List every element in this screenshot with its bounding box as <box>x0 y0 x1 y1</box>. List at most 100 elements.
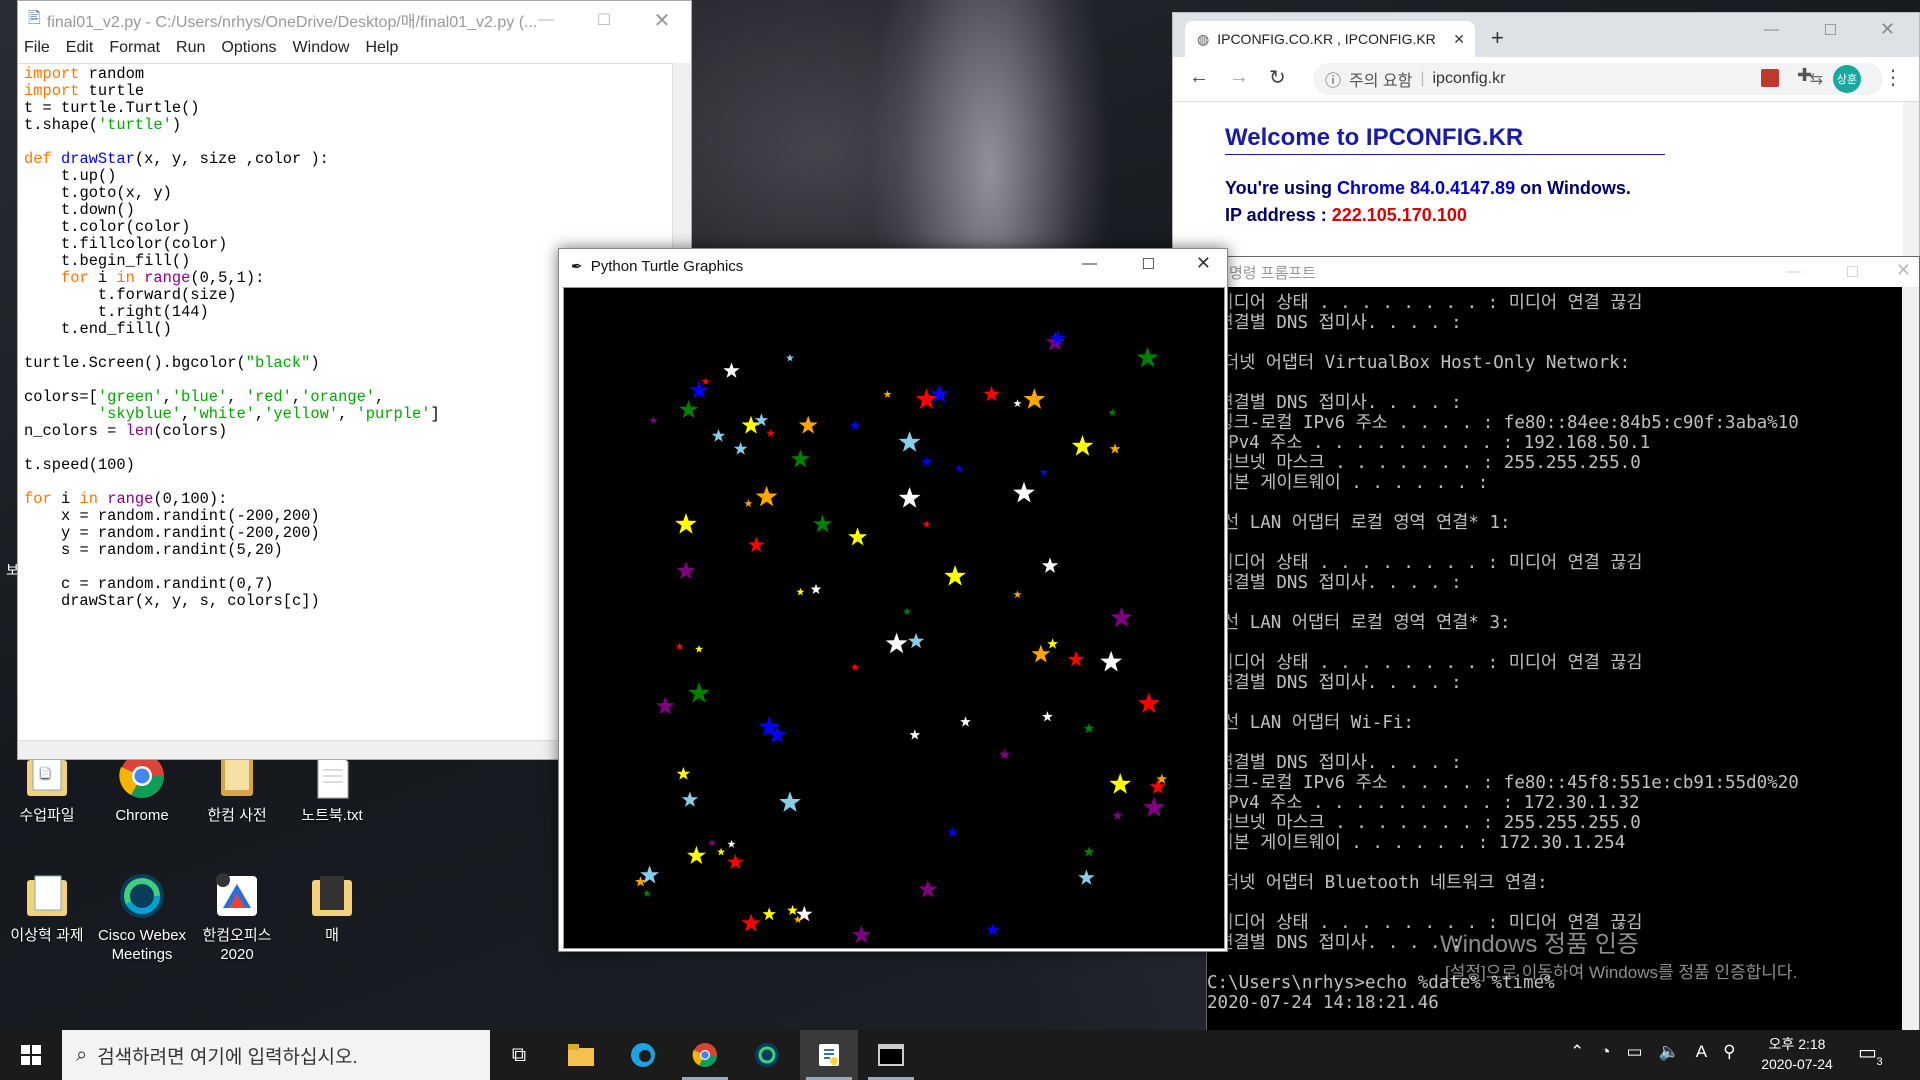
red-star <box>850 663 860 671</box>
purple-star <box>1112 809 1123 821</box>
forward-icon[interactable]: → <box>1229 66 1249 89</box>
desktop-icon-homework[interactable]: 이상혁 과제 <box>2 872 92 945</box>
menu-edit[interactable]: Edit <box>66 39 94 63</box>
minimize-icon[interactable]: — <box>1764 21 1779 38</box>
close-icon[interactable]: ✕ <box>1880 19 1895 40</box>
desktop-icon-class-files[interactable]: 📄 수업파일 <box>2 752 92 825</box>
tab-close-icon[interactable]: ✕ <box>1453 31 1465 48</box>
desktop-icon-hancom-dictionary[interactable]: 한컴 사전 <box>192 752 282 825</box>
console-line: 링크-로컬 IPv6 주소 . . . . : fe80::45f8:551e:… <box>1207 773 1799 793</box>
white-star <box>960 716 971 727</box>
green-star <box>902 607 912 615</box>
new-tab-icon[interactable]: + <box>1491 25 1504 51</box>
maximize-icon[interactable]: ☐ <box>1142 255 1155 273</box>
feather-icon: ✒ <box>571 257 583 274</box>
vertical-scrollbar[interactable] <box>1903 102 1919 256</box>
skyblue-star <box>711 428 726 442</box>
notifications-button[interactable]: ▭ 3 <box>1858 1040 1889 1068</box>
maximize-icon[interactable]: ☐ <box>575 1 633 39</box>
desktop-icon-label: 수업파일 <box>19 807 75 824</box>
title-bar[interactable]: ✒ Python Turtle Graphics — ☐ ✕ <box>559 249 1227 283</box>
minimize-icon[interactable]: — <box>1786 263 1801 280</box>
menu-options[interactable]: Options <box>221 39 276 63</box>
taskbar-cmd-icon[interactable] <box>862 1030 920 1080</box>
turtle-graphics-window[interactable]: ✒ Python Turtle Graphics — ☐ ✕ <box>558 248 1228 952</box>
desktop-icon-chrome[interactable]: Chrome <box>97 752 187 825</box>
search-placeholder: 검색하려면 여기에 입력하십시오. <box>97 1046 358 1068</box>
minimize-icon[interactable]: — <box>517 1 575 39</box>
volume-icon[interactable]: 🔈 <box>1659 1042 1680 1062</box>
red-star <box>741 913 761 932</box>
window-title: Python Turtle Graphics <box>590 257 744 275</box>
desktop-icon-folder-mae[interactable]: 매 <box>287 872 377 945</box>
start-button[interactable] <box>2 1030 60 1080</box>
page-heading: Welcome to IPCONFIG.KR <box>1225 124 1665 155</box>
green-star <box>813 514 832 533</box>
menu-file[interactable]: File <box>24 39 50 63</box>
task-view-icon[interactable]: ⧉ <box>490 1030 548 1080</box>
close-icon[interactable]: ✕ <box>633 1 691 39</box>
chrome-window[interactable]: ◍ IPCONFIG.CO.KR , IPCONFIG.KR ✕ + — ☐ ✕… <box>1172 12 1920 257</box>
command-prompt-window[interactable]: 명령 프롬프트 — ☐ ✕ 미디어 상태 . . . . . . . . : 미… <box>1206 256 1920 1036</box>
purple-star <box>676 561 696 580</box>
console-line: 2020-07-24 14:18:21.46 <box>1207 993 1439 1013</box>
menu-kebab-icon[interactable]: ⋮ <box>1883 65 1903 90</box>
close-icon[interactable]: ✕ <box>1196 253 1211 274</box>
clock[interactable]: 오후 2:18 2020-07-24 <box>1752 1034 1842 1074</box>
console-line: IPv4 주소 . . . . . . . . . : 172.30.1.32 <box>1207 793 1640 813</box>
skyblue-star <box>898 431 921 452</box>
console-line: 연결별 DNS 접미사. . . . : <box>1207 393 1462 413</box>
ime-icon[interactable]: A <box>1696 1042 1707 1062</box>
taskbar-python-icon[interactable] <box>800 1030 858 1080</box>
turtle-canvas[interactable] <box>563 287 1225 949</box>
edge-icon[interactable] <box>614 1030 672 1080</box>
avatar[interactable]: 상훈 <box>1833 65 1861 93</box>
menu-window[interactable]: Window <box>293 39 350 63</box>
green-star <box>790 449 810 468</box>
title-bar[interactable]: 🖹 final01_v2.py - C:/Users/nrhys/OneDriv… <box>18 1 691 39</box>
white-star <box>898 487 921 508</box>
blue-star <box>930 384 949 403</box>
reload-icon[interactable]: ↻ <box>1269 65 1286 90</box>
menu-help[interactable]: Help <box>365 39 398 63</box>
purple-star <box>707 838 717 847</box>
red-star <box>1137 692 1160 714</box>
menu-run[interactable]: Run <box>176 39 205 63</box>
puzzle-icon[interactable]: ✚ <box>1797 65 1812 86</box>
code-line: t.goto(x, y) <box>60 184 172 202</box>
desktop-icon-notebook-txt[interactable]: 노트북.txt <box>287 752 377 825</box>
tab-ipconfig[interactable]: ◍ IPCONFIG.CO.KR , IPCONFIG.KR ✕ <box>1185 21 1475 57</box>
maximize-icon[interactable]: ☐ <box>1846 263 1859 281</box>
battery-icon[interactable]: ▭ <box>1627 1042 1643 1062</box>
desktop-icon-hancom-office[interactable]: 한컴오피스 2020 <box>192 872 282 964</box>
ip-label: IP address : <box>1225 205 1332 225</box>
orange-star <box>755 485 778 507</box>
taskbar-search-box[interactable]: ⌕ 검색하려면 여기에 입력하십시오. <box>62 1030 490 1080</box>
vertical-scrollbar[interactable] <box>1902 287 1919 1035</box>
network-icon[interactable]: ◔ <box>1600 1042 1610 1062</box>
pdf-extension-icon[interactable] <box>1761 69 1779 87</box>
pen-icon[interactable]: ⚲ <box>1723 1042 1735 1062</box>
console-line: 연결별 DNS 접미사. . . . : <box>1207 753 1462 773</box>
back-icon[interactable]: ← <box>1189 66 1209 89</box>
file-explorer-icon[interactable] <box>552 1030 610 1080</box>
menu-format[interactable]: Format <box>109 39 160 63</box>
taskbar-webex-icon[interactable] <box>738 1030 796 1080</box>
desktop-icon-webex[interactable]: Cisco Webex Meetings <box>97 872 187 964</box>
code-line: t.color(color) <box>60 218 191 236</box>
minimize-icon[interactable]: — <box>1082 255 1097 272</box>
title-bar[interactable]: 명령 프롬프트 — ☐ ✕ <box>1207 257 1919 287</box>
maximize-icon[interactable]: ☐ <box>1824 21 1837 39</box>
taskbar-chrome-icon[interactable] <box>676 1030 734 1080</box>
close-icon[interactable]: ✕ <box>1896 260 1911 281</box>
code-line: t = turtle.Turtle() <box>24 99 200 117</box>
red-star <box>983 385 1000 402</box>
chevron-up-icon[interactable]: ⌃ <box>1570 1042 1584 1062</box>
